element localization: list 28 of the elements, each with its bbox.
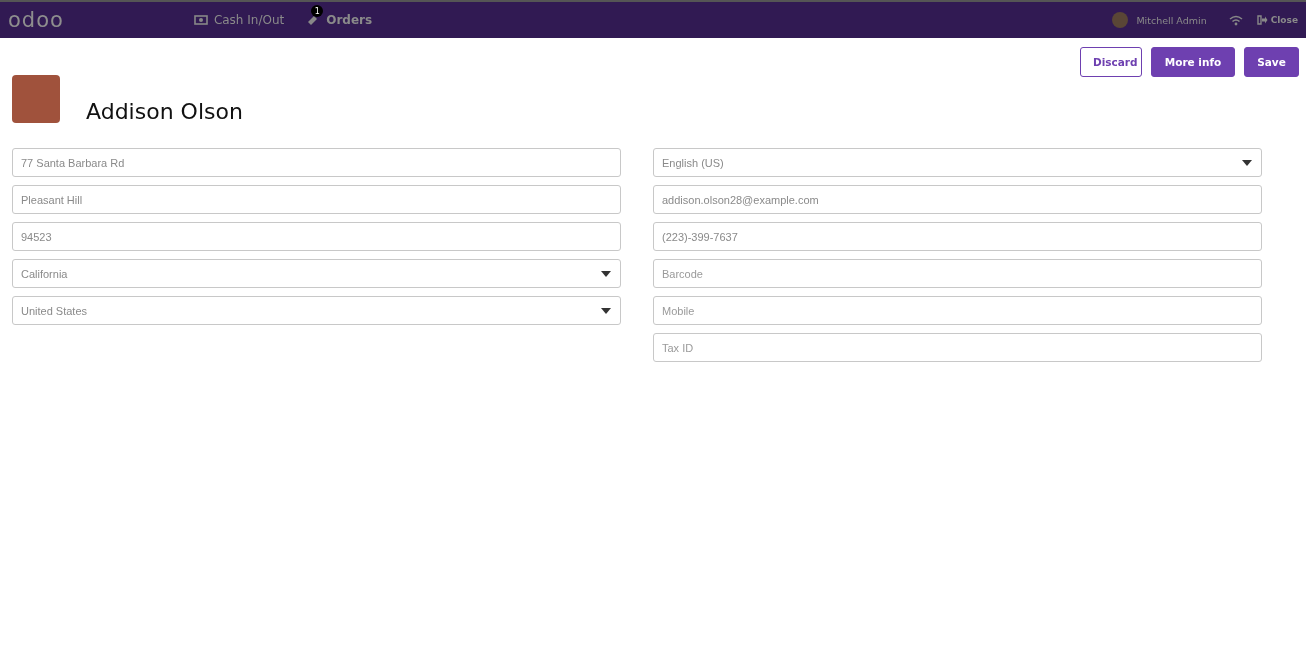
dropdown-caret-icon	[601, 271, 611, 277]
sign-out-icon	[1256, 15, 1268, 25]
input-field[interactable]: (223)-399-7637	[653, 222, 1262, 251]
banknote-icon	[193, 15, 208, 25]
close-button[interactable]: Close	[1256, 15, 1298, 25]
dropdown-field[interactable]: California	[12, 259, 621, 288]
user-name: Mitchell Admin	[1136, 14, 1207, 26]
action-button[interactable]: Save	[1244, 47, 1299, 77]
input-field[interactable]: addison.olson28@example.com	[653, 185, 1262, 214]
photo-placeholder	[12, 74, 60, 123]
input-field[interactable]: 77 Santa Barbara Rd	[12, 148, 621, 177]
input-field[interactable]: Tax ID	[653, 333, 1262, 362]
input-field[interactable]: Mobile	[653, 296, 1262, 325]
wifi-icon	[1228, 14, 1243, 26]
nav-button[interactable]: Cash In/Out	[193, 13, 285, 27]
logo: odoo	[8, 9, 64, 31]
dropdown-field[interactable]: United States	[12, 296, 621, 325]
input-field[interactable]: Pleasant Hill	[12, 185, 621, 214]
input-field[interactable]: Barcode	[653, 259, 1262, 288]
input-field[interactable]: 94523	[12, 222, 621, 251]
avatar-icon	[1112, 12, 1129, 28]
dropdown-field[interactable]: English (US)	[653, 148, 1262, 177]
dropdown-caret-icon	[1242, 160, 1252, 166]
action-button[interactable]: More info	[1151, 47, 1235, 77]
action-button[interactable]: Discard	[1080, 47, 1142, 77]
dropdown-caret-icon	[601, 308, 611, 314]
count-badge: 1	[311, 5, 324, 17]
customer-name: Addison Olson	[86, 99, 243, 124]
